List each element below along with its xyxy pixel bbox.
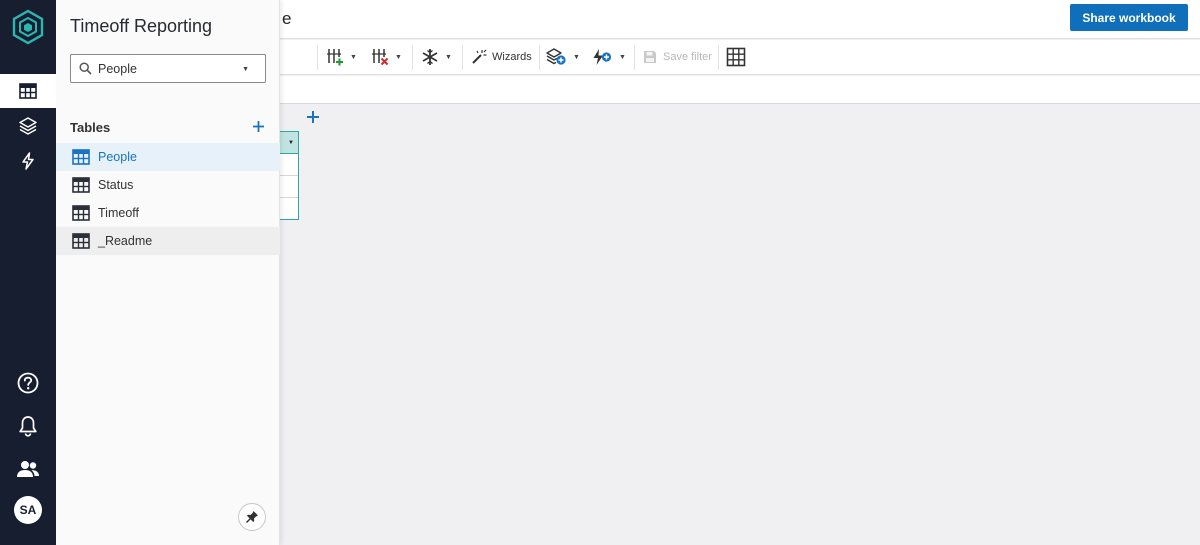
wizards-button[interactable]: Wizards	[471, 46, 532, 68]
search-icon	[79, 62, 92, 75]
add-page-icon	[546, 48, 566, 65]
insert-column-button[interactable]: ▼	[326, 46, 357, 68]
add-page-button[interactable]: ▼	[545, 46, 580, 68]
table-icon	[72, 205, 90, 221]
toolbar-divider	[317, 45, 318, 70]
table-item-label: _Readme	[98, 234, 153, 248]
save-filter-button[interactable]: Save filter	[642, 46, 712, 68]
table-item-label: Timeoff	[98, 206, 139, 220]
table-search-box[interactable]: ▼	[70, 54, 266, 83]
bell-icon	[19, 416, 37, 437]
table-icon	[72, 177, 90, 193]
add-column-button[interactable]	[304, 106, 322, 128]
actions-nav-button[interactable]	[0, 144, 56, 178]
help-button[interactable]	[0, 366, 56, 400]
column-menu-icon[interactable]: ▼	[288, 140, 294, 146]
table-item-label: Status	[98, 178, 134, 192]
save-filter-label: Save filter	[663, 51, 712, 63]
table-item-people[interactable]: People	[56, 143, 280, 171]
tables-section-header: Tables	[70, 118, 266, 136]
toolbar-divider	[539, 45, 540, 70]
tables-list: People Status Timeoff _Readme	[56, 143, 280, 255]
plus-icon	[307, 111, 319, 123]
users-icon	[17, 461, 39, 477]
remove-column-button[interactable]: ▼	[371, 46, 402, 68]
add-table-button[interactable]	[250, 118, 266, 136]
pages-nav-button[interactable]	[0, 109, 56, 143]
share-workbook-button[interactable]: Share workbook	[1070, 4, 1188, 31]
toolbar-divider	[412, 45, 413, 70]
snowflake-icon	[422, 49, 438, 65]
wizards-label: Wizards	[492, 51, 532, 63]
table-icon	[72, 233, 90, 249]
icon-rail: SA	[0, 0, 56, 545]
notifications-button[interactable]	[0, 409, 56, 443]
table-icon	[72, 149, 90, 165]
panel-title: Timeoff Reporting	[70, 16, 213, 36]
chevron-down-icon[interactable]: ▼	[573, 54, 580, 61]
column-header[interactable]: ▼	[280, 132, 298, 154]
table-icon	[19, 83, 37, 99]
lightning-icon	[22, 152, 34, 170]
grid-cell[interactable]	[280, 176, 298, 198]
freeze-button[interactable]: ▼	[421, 46, 452, 68]
help-icon	[17, 372, 39, 394]
insert-column-icon	[327, 49, 343, 66]
data-grid[interactable]: ▼	[280, 131, 299, 220]
save-icon	[644, 51, 656, 63]
table-item-timeoff[interactable]: Timeoff	[56, 199, 280, 227]
pin-panel-button[interactable]	[238, 503, 266, 531]
chevron-down-icon[interactable]: ▼	[350, 54, 357, 61]
chevron-down-icon[interactable]: ▼	[242, 66, 249, 73]
toolbar-divider	[462, 45, 463, 70]
logo-icon[interactable]	[9, 8, 47, 46]
chevron-down-icon[interactable]: ▼	[445, 54, 452, 61]
add-action-icon	[593, 49, 612, 65]
remove-column-icon	[372, 49, 389, 66]
users-button[interactable]	[0, 452, 56, 486]
table-item-label: People	[98, 150, 137, 164]
layers-icon	[19, 117, 37, 135]
toolbar-divider	[634, 45, 635, 70]
table-search-input[interactable]	[98, 61, 232, 76]
tables-panel: Timeoff Reporting ▼ Tables People	[56, 0, 280, 545]
table-item-readme[interactable]: _Readme	[56, 227, 280, 255]
tables-heading: Tables	[70, 119, 111, 135]
chevron-down-icon[interactable]: ▼	[395, 54, 402, 61]
document-title: e	[282, 9, 292, 28]
table-item-status[interactable]: Status	[56, 171, 280, 199]
chevron-down-icon[interactable]: ▼	[619, 54, 626, 61]
magic-wand-icon	[472, 49, 487, 64]
grid-icon	[726, 47, 746, 67]
grid-view-button[interactable]	[726, 46, 746, 68]
tables-nav-button[interactable]	[0, 74, 56, 108]
user-avatar[interactable]: SA	[14, 496, 42, 524]
toolbar-divider	[718, 45, 719, 70]
pin-icon	[246, 511, 258, 523]
add-action-button[interactable]: ▼	[591, 46, 626, 68]
plus-icon	[252, 121, 264, 132]
grid-cell[interactable]	[280, 154, 298, 176]
